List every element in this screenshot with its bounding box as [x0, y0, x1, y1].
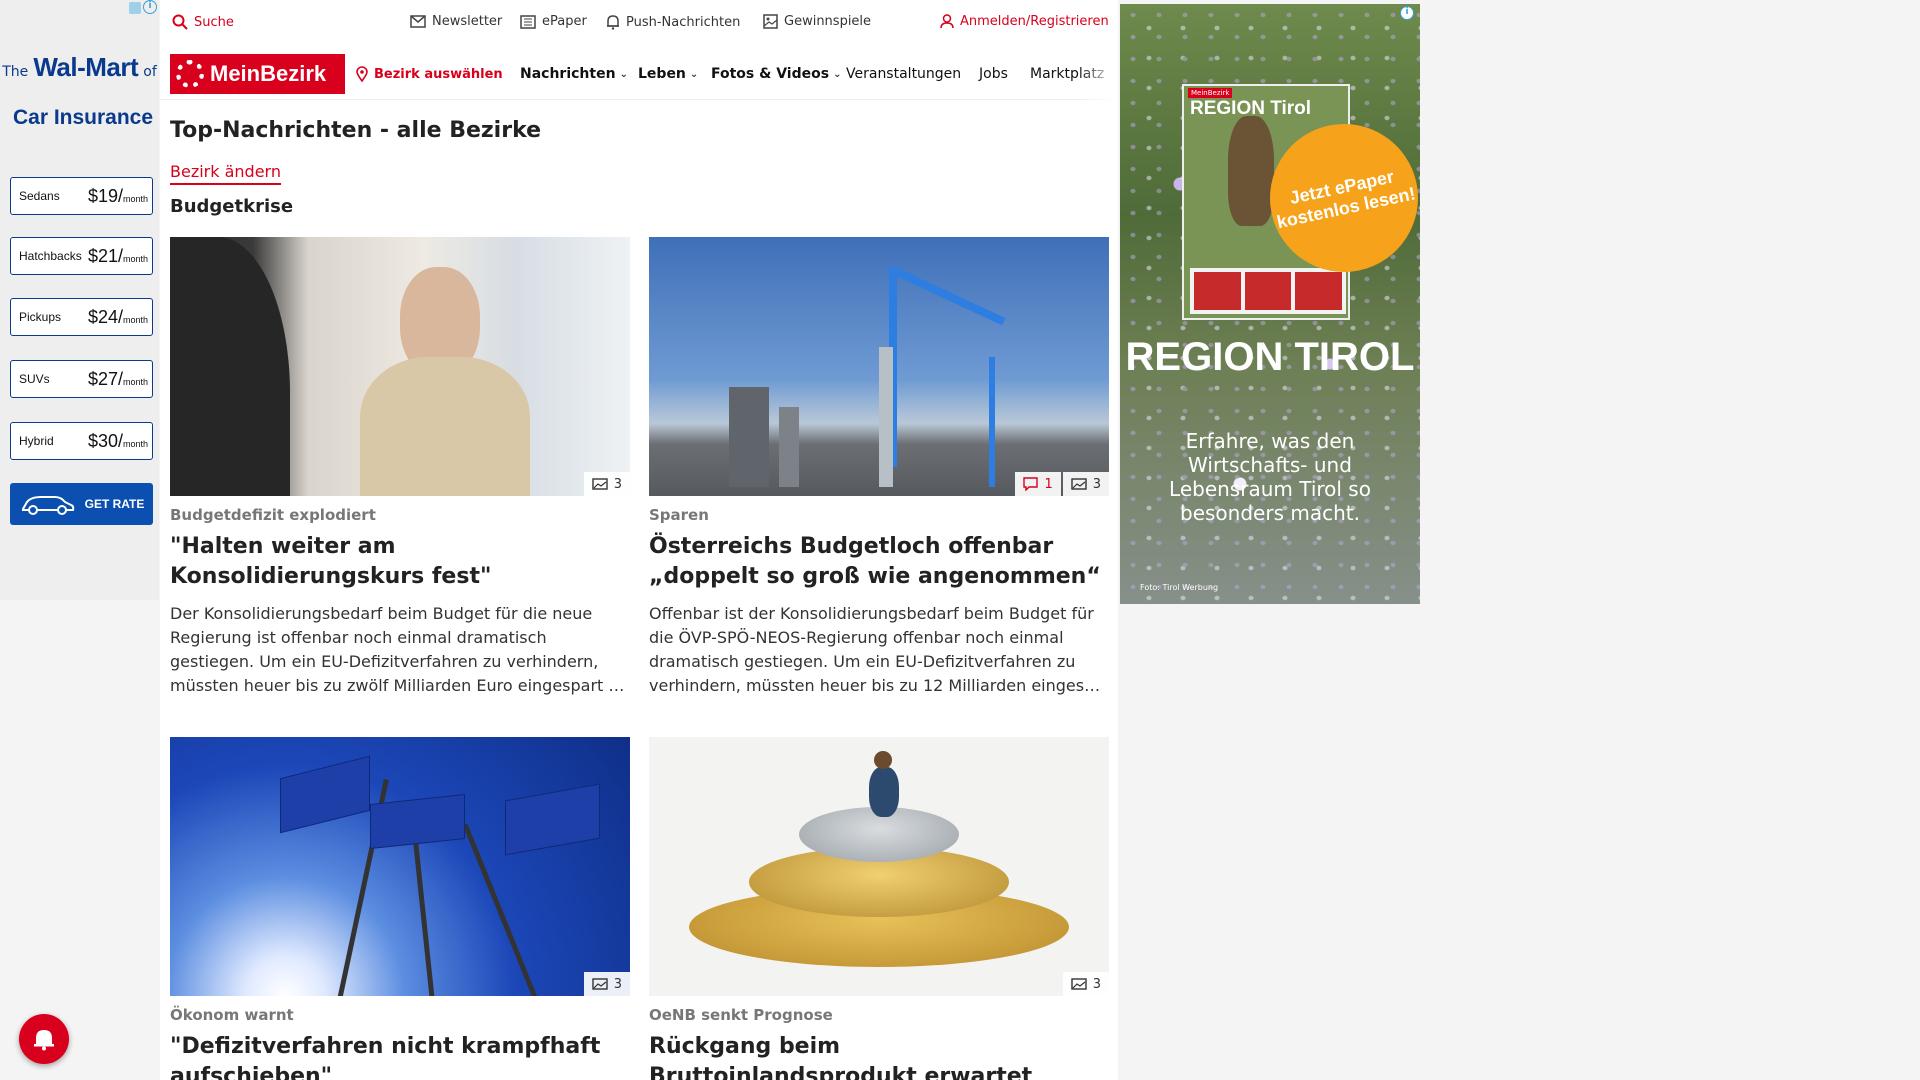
article-image[interactable]: 1 3	[649, 237, 1109, 496]
article-kicker: Sparen	[649, 506, 709, 524]
ad-brand: Wal-Mart	[33, 52, 139, 82]
article-card[interactable]: 3 Budgetdefizit explodiert "Halten weite…	[170, 237, 630, 698]
adchoices-icon[interactable]: i	[129, 0, 157, 16]
photo-count-badge: 3	[1062, 472, 1109, 496]
article-teaser: Der Konsolidierungsbedarf beim Budget fü…	[170, 604, 630, 695]
user-icon	[940, 14, 954, 29]
search-link[interactable]: Suche	[172, 14, 234, 30]
epaper-link[interactable]: ePaper	[520, 14, 587, 29]
rate-hybrid[interactable]: Hybrid $30/month	[10, 422, 153, 460]
marmot-image	[1228, 116, 1274, 226]
chevron-down-icon: ⌄	[833, 68, 842, 80]
car-icon	[21, 496, 74, 515]
right-ad-banner[interactable]: i MeinBezirk REGION Tirol Jetzt ePaper k…	[1120, 4, 1420, 604]
comment-icon	[1023, 477, 1039, 491]
change-district-link[interactable]: Bezirk ändern	[170, 162, 281, 185]
photo-count-badge: 3	[1062, 972, 1109, 996]
rate-hatchbacks[interactable]: Hatchbacks $21/month	[10, 237, 153, 275]
gift-icon	[763, 14, 778, 29]
ad-title: REGION TIROL	[1125, 335, 1415, 379]
rate-pickups[interactable]: Pickups $24/month	[10, 298, 153, 336]
nav-jobs[interactable]: Jobs	[979, 66, 1008, 82]
chevron-down-icon: ⌄	[689, 68, 699, 80]
ad-info-icon[interactable]: i	[1400, 6, 1414, 20]
image-icon	[592, 478, 608, 490]
photo-count-badge: 3	[583, 972, 630, 996]
bell-icon	[607, 15, 619, 30]
gewinnspiele-link[interactable]: Gewinnspiele	[763, 14, 871, 29]
nav-nachrichten[interactable]: Nachrichten ⌄	[520, 66, 628, 82]
mail-icon	[410, 15, 426, 28]
nav-leben[interactable]: Leben ⌄	[638, 66, 698, 82]
article-headline[interactable]: Österreichs Budgetloch offenbar „doppelt…	[649, 532, 1109, 592]
photo-count-badge: 3	[583, 472, 630, 496]
nav-fotos-videos[interactable]: Fotos & Videos ⌄	[711, 66, 841, 82]
rate-suvs[interactable]: SUVs $27/month	[10, 360, 153, 398]
rate-sedans[interactable]: Sedans $19/month	[10, 177, 153, 215]
newsletter-link[interactable]: Newsletter	[410, 14, 502, 29]
page-title: Top-Nachrichten - alle Bezirke	[170, 118, 542, 143]
left-ad-banner[interactable]: i The Wal-Mart of Car Insurance Sedans $…	[0, 0, 159, 600]
article-headline[interactable]: "Defizitverfahren nicht krampfhaft aufsc…	[170, 1032, 630, 1080]
article-image[interactable]: 3	[649, 737, 1109, 996]
article-card[interactable]: 3 OeNB senkt Prognose Rückgang beim Brut…	[649, 737, 1109, 1080]
image-icon	[592, 978, 608, 990]
logo-gear-icon	[176, 60, 204, 88]
ad-subtitle: Car Insurance	[12, 106, 154, 129]
article-card[interactable]: 3 Ökonom warnt "Defizitverfahren nicht k…	[170, 737, 630, 1080]
chevron-down-icon: ⌄	[619, 68, 628, 80]
login-link[interactable]: Anmelden/Registrieren	[940, 14, 1109, 29]
location-pin-icon	[356, 66, 368, 82]
bell-icon	[34, 1030, 54, 1051]
utility-bar: Suche Newsletter ePaper Push-Nachrichten…	[160, 0, 1118, 46]
ad-headline: The Wal-Mart of	[2, 52, 157, 82]
article-image[interactable]: 3	[170, 237, 630, 496]
notification-bell-button[interactable]	[19, 1014, 69, 1064]
push-notifications-link[interactable]: Push-Nachrichten	[606, 14, 740, 30]
article-kicker: OeNB senkt Prognose	[649, 1006, 833, 1024]
main-content: Suche Newsletter ePaper Push-Nachrichten…	[160, 0, 1118, 1080]
image-icon	[1071, 978, 1087, 990]
article-kicker: Ökonom warnt	[170, 1006, 294, 1024]
topic-heading: Budgetkrise	[170, 196, 294, 217]
article-card[interactable]: 1 3 Sparen Österreichs Budgetloch offenb…	[649, 237, 1109, 698]
nav-veranstaltungen[interactable]: Veranstaltungen	[846, 66, 961, 82]
newspaper-icon	[520, 14, 536, 29]
main-navigation: MeinBezirk Bezirk auswählen Nachrichten ⌄…	[160, 50, 1118, 100]
comment-count-badge: 1	[1015, 472, 1061, 496]
article-teaser: Offenbar ist der Konsolidierungsbedarf b…	[649, 604, 1109, 695]
article-headline[interactable]: "Halten weiter am Konsolidierungskurs fe…	[170, 532, 630, 592]
search-icon	[172, 14, 188, 30]
image-icon	[1071, 478, 1087, 490]
ad-copy: Erfahre, was den Wirtschafts- und Lebens…	[1169, 429, 1371, 525]
get-rate-button[interactable]: GET RATE	[10, 483, 153, 525]
select-district-button[interactable]: Bezirk auswählen	[356, 66, 503, 82]
article-kicker: Budgetdefizit explodiert	[170, 506, 376, 524]
article-headline[interactable]: Rückgang beim Bruttoinlandsprodukt erwar…	[649, 1032, 1109, 1080]
ad-photo-credit: Foto: Tirol Werbung	[1140, 583, 1219, 592]
meinbezirk-logo[interactable]: MeinBezirk	[170, 54, 345, 94]
article-image[interactable]: 3	[170, 737, 630, 996]
